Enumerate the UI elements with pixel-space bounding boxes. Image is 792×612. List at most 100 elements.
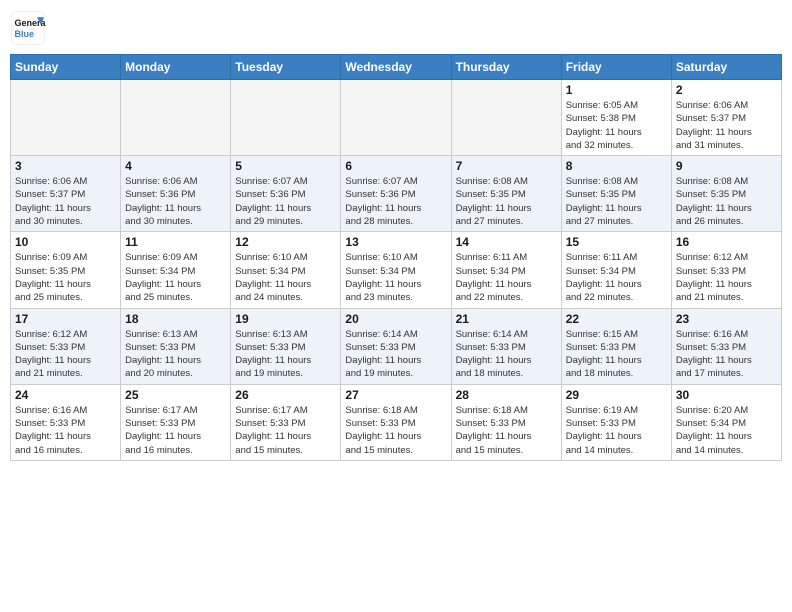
day-number: 21	[456, 312, 557, 326]
calendar-week-3: 10 Sunrise: 6:09 AM Sunset: 5:35 PM Dayli…	[11, 232, 782, 308]
day-number: 10	[15, 235, 116, 249]
calendar-cell: 17 Sunrise: 6:12 AM Sunset: 5:33 PM Dayli…	[11, 308, 121, 384]
calendar-cell: 24 Sunrise: 6:16 AM Sunset: 5:33 PM Dayli…	[11, 384, 121, 460]
calendar-cell: 21 Sunrise: 6:14 AM Sunset: 5:33 PM Dayli…	[451, 308, 561, 384]
day-number: 6	[345, 159, 446, 173]
calendar-cell: 1 Sunrise: 6:05 AM Sunset: 5:38 PM Daylig…	[561, 80, 671, 156]
calendar-cell: 29 Sunrise: 6:19 AM Sunset: 5:33 PM Dayli…	[561, 384, 671, 460]
day-info: Sunrise: 6:09 AM Sunset: 5:35 PM Dayligh…	[15, 251, 116, 304]
day-info: Sunrise: 6:18 AM Sunset: 5:33 PM Dayligh…	[456, 404, 557, 457]
day-info: Sunrise: 6:07 AM Sunset: 5:36 PM Dayligh…	[235, 175, 336, 228]
day-info: Sunrise: 6:11 AM Sunset: 5:34 PM Dayligh…	[566, 251, 667, 304]
day-number: 20	[345, 312, 446, 326]
weekday-header-sunday: Sunday	[11, 55, 121, 80]
day-number: 11	[125, 235, 226, 249]
day-info: Sunrise: 6:08 AM Sunset: 5:35 PM Dayligh…	[456, 175, 557, 228]
day-number: 5	[235, 159, 336, 173]
day-number: 3	[15, 159, 116, 173]
calendar-cell: 20 Sunrise: 6:14 AM Sunset: 5:33 PM Dayli…	[341, 308, 451, 384]
calendar-cell: 2 Sunrise: 6:06 AM Sunset: 5:37 PM Daylig…	[671, 80, 781, 156]
day-info: Sunrise: 6:11 AM Sunset: 5:34 PM Dayligh…	[456, 251, 557, 304]
day-number: 15	[566, 235, 667, 249]
calendar: SundayMondayTuesdayWednesdayThursdayFrid…	[10, 54, 782, 461]
calendar-cell: 8 Sunrise: 6:08 AM Sunset: 5:35 PM Daylig…	[561, 156, 671, 232]
day-info: Sunrise: 6:14 AM Sunset: 5:33 PM Dayligh…	[456, 328, 557, 381]
day-number: 2	[676, 83, 777, 97]
day-info: Sunrise: 6:12 AM Sunset: 5:33 PM Dayligh…	[15, 328, 116, 381]
day-info: Sunrise: 6:14 AM Sunset: 5:33 PM Dayligh…	[345, 328, 446, 381]
calendar-cell	[341, 80, 451, 156]
calendar-cell: 7 Sunrise: 6:08 AM Sunset: 5:35 PM Daylig…	[451, 156, 561, 232]
calendar-cell: 23Sunrise: 6:16 AM Sunset: 5:33 PM Dayli…	[671, 308, 781, 384]
calendar-cell: 14 Sunrise: 6:11 AM Sunset: 5:34 PM Dayli…	[451, 232, 561, 308]
day-number: 4	[125, 159, 226, 173]
day-info: Sunrise: 6:12 AM Sunset: 5:33 PM Dayligh…	[676, 251, 777, 304]
day-number: 8	[566, 159, 667, 173]
calendar-cell: 5 Sunrise: 6:07 AM Sunset: 5:36 PM Daylig…	[231, 156, 341, 232]
day-info: Sunrise: 6:06 AM Sunset: 5:37 PM Dayligh…	[676, 99, 777, 152]
calendar-cell: 3 Sunrise: 6:06 AM Sunset: 5:37 PM Daylig…	[11, 156, 121, 232]
day-number: 7	[456, 159, 557, 173]
weekday-header-monday: Monday	[121, 55, 231, 80]
day-info: Sunrise: 6:16 AM Sunset: 5:33 PM Dayligh…	[15, 404, 116, 457]
day-info: Sunrise: 6:19 AM Sunset: 5:33 PM Dayligh…	[566, 404, 667, 457]
weekday-header-wednesday: Wednesday	[341, 55, 451, 80]
day-info: Sunrise: 6:16 AM Sunset: 5:33 PM Dayligh…	[676, 328, 777, 381]
calendar-cell: 18Sunrise: 6:13 AM Sunset: 5:33 PM Dayli…	[121, 308, 231, 384]
day-info: Sunrise: 6:13 AM Sunset: 5:33 PM Dayligh…	[125, 328, 226, 381]
day-number: 16	[676, 235, 777, 249]
calendar-cell: 15 Sunrise: 6:11 AM Sunset: 5:34 PM Dayli…	[561, 232, 671, 308]
day-number: 13	[345, 235, 446, 249]
day-number: 9	[676, 159, 777, 173]
day-info: Sunrise: 6:08 AM Sunset: 5:35 PM Dayligh…	[566, 175, 667, 228]
day-info: Sunrise: 6:06 AM Sunset: 5:36 PM Dayligh…	[125, 175, 226, 228]
day-info: Sunrise: 6:06 AM Sunset: 5:37 PM Dayligh…	[15, 175, 116, 228]
logo-icon: General Blue	[10, 10, 46, 46]
day-number: 29	[566, 388, 667, 402]
calendar-cell: 26 Sunrise: 6:17 AM Sunset: 5:33 PM Dayli…	[231, 384, 341, 460]
page: General Blue SundayMondayTuesdayWednesda…	[0, 0, 792, 471]
calendar-week-4: 17 Sunrise: 6:12 AM Sunset: 5:33 PM Dayli…	[11, 308, 782, 384]
calendar-cell: 22Sunrise: 6:15 AM Sunset: 5:33 PM Dayli…	[561, 308, 671, 384]
svg-text:Blue: Blue	[15, 29, 35, 39]
day-number: 14	[456, 235, 557, 249]
day-number: 19	[235, 312, 336, 326]
day-info: Sunrise: 6:08 AM Sunset: 5:35 PM Dayligh…	[676, 175, 777, 228]
calendar-cell	[451, 80, 561, 156]
day-number: 26	[235, 388, 336, 402]
logo: General Blue	[10, 10, 46, 46]
day-info: Sunrise: 6:13 AM Sunset: 5:33 PM Dayligh…	[235, 328, 336, 381]
day-info: Sunrise: 6:15 AM Sunset: 5:33 PM Dayligh…	[566, 328, 667, 381]
calendar-cell: 13Sunrise: 6:10 AM Sunset: 5:34 PM Dayli…	[341, 232, 451, 308]
day-info: Sunrise: 6:18 AM Sunset: 5:33 PM Dayligh…	[345, 404, 446, 457]
day-number: 25	[125, 388, 226, 402]
calendar-cell	[121, 80, 231, 156]
day-number: 24	[15, 388, 116, 402]
calendar-cell: 28 Sunrise: 6:18 AM Sunset: 5:33 PM Dayli…	[451, 384, 561, 460]
day-number: 28	[456, 388, 557, 402]
calendar-week-1: 1 Sunrise: 6:05 AM Sunset: 5:38 PM Daylig…	[11, 80, 782, 156]
calendar-cell: 6 Sunrise: 6:07 AM Sunset: 5:36 PM Daylig…	[341, 156, 451, 232]
day-number: 12	[235, 235, 336, 249]
weekday-header-saturday: Saturday	[671, 55, 781, 80]
day-info: Sunrise: 6:20 AM Sunset: 5:34 PM Dayligh…	[676, 404, 777, 457]
calendar-cell: 10 Sunrise: 6:09 AM Sunset: 5:35 PM Dayli…	[11, 232, 121, 308]
day-number: 1	[566, 83, 667, 97]
day-info: Sunrise: 6:17 AM Sunset: 5:33 PM Dayligh…	[235, 404, 336, 457]
day-info: Sunrise: 6:09 AM Sunset: 5:34 PM Dayligh…	[125, 251, 226, 304]
calendar-cell: 30 Sunrise: 6:20 AM Sunset: 5:34 PM Dayli…	[671, 384, 781, 460]
day-info: Sunrise: 6:05 AM Sunset: 5:38 PM Dayligh…	[566, 99, 667, 152]
calendar-cell: 12 Sunrise: 6:10 AM Sunset: 5:34 PM Dayli…	[231, 232, 341, 308]
calendar-week-5: 24 Sunrise: 6:16 AM Sunset: 5:33 PM Dayli…	[11, 384, 782, 460]
day-number: 17	[15, 312, 116, 326]
weekday-header-thursday: Thursday	[451, 55, 561, 80]
day-info: Sunrise: 6:17 AM Sunset: 5:33 PM Dayligh…	[125, 404, 226, 457]
day-number: 27	[345, 388, 446, 402]
day-info: Sunrise: 6:10 AM Sunset: 5:34 PM Dayligh…	[235, 251, 336, 304]
calendar-cell: 16 Sunrise: 6:12 AM Sunset: 5:33 PM Dayli…	[671, 232, 781, 308]
calendar-week-2: 3 Sunrise: 6:06 AM Sunset: 5:37 PM Daylig…	[11, 156, 782, 232]
day-number: 30	[676, 388, 777, 402]
header: General Blue	[10, 10, 782, 46]
day-info: Sunrise: 6:07 AM Sunset: 5:36 PM Dayligh…	[345, 175, 446, 228]
calendar-cell: 11 Sunrise: 6:09 AM Sunset: 5:34 PM Dayli…	[121, 232, 231, 308]
